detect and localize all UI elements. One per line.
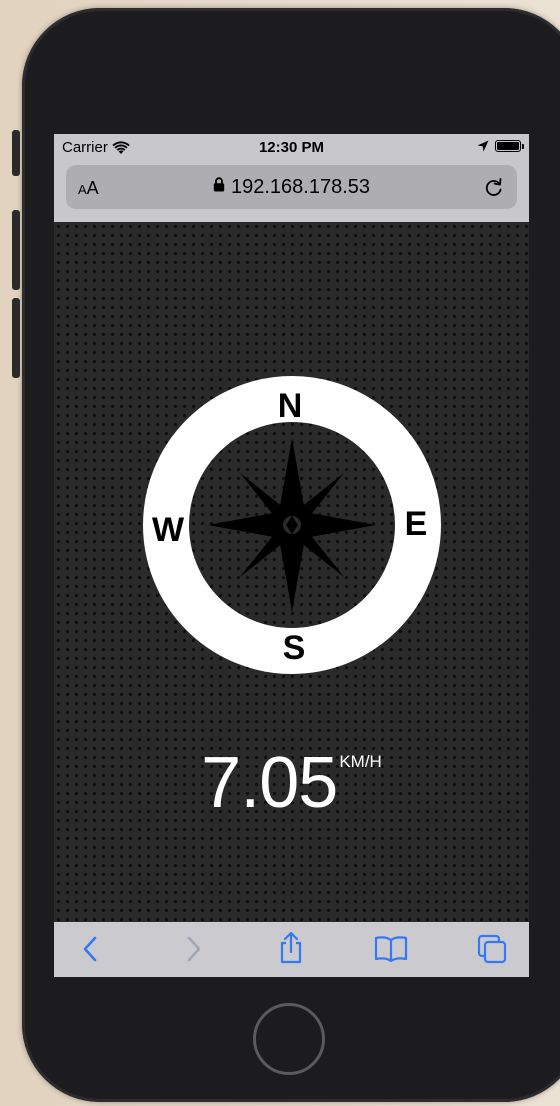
status-time: 12:30 PM	[258, 139, 325, 156]
volume-up-button	[12, 210, 20, 290]
battery-icon	[495, 140, 524, 152]
south-label: S	[283, 629, 306, 667]
west-label: W	[152, 511, 185, 549]
volume-down-button	[12, 298, 20, 378]
compass-rose-icon	[208, 438, 376, 612]
back-icon[interactable]	[80, 934, 102, 964]
url-display[interactable]: 192.168.178.53	[66, 176, 517, 199]
phone-screen: Carrier 12:30 PM AA 192.168.178.53 N S W…	[54, 134, 529, 977]
north-label: N	[278, 387, 303, 425]
mute-switch	[12, 130, 20, 176]
lock-icon	[213, 177, 225, 192]
share-icon[interactable]	[277, 931, 305, 965]
status-right-group	[477, 140, 524, 152]
location-arrow-icon	[477, 140, 489, 152]
browser-toolbar	[54, 922, 529, 977]
home-button[interactable]	[253, 1003, 325, 1075]
tabs-icon[interactable]	[476, 933, 508, 965]
url-text: 192.168.178.53	[230, 176, 371, 198]
address-bar[interactable]: AA 192.168.178.53	[66, 165, 517, 209]
web-page: N S W E 7.05 KM/H	[54, 222, 529, 922]
compass: N S W E	[143, 376, 441, 674]
reload-icon[interactable]	[483, 176, 505, 198]
speed-readout: 7.05 KM/H	[54, 742, 529, 824]
speed-unit: KM/H	[339, 752, 382, 771]
speed-value: 7.05	[201, 743, 338, 823]
status-bar: Carrier 12:30 PM	[54, 134, 529, 160]
bookmarks-icon[interactable]	[374, 935, 408, 963]
forward-icon[interactable]	[182, 934, 204, 964]
east-label: E	[405, 505, 428, 543]
